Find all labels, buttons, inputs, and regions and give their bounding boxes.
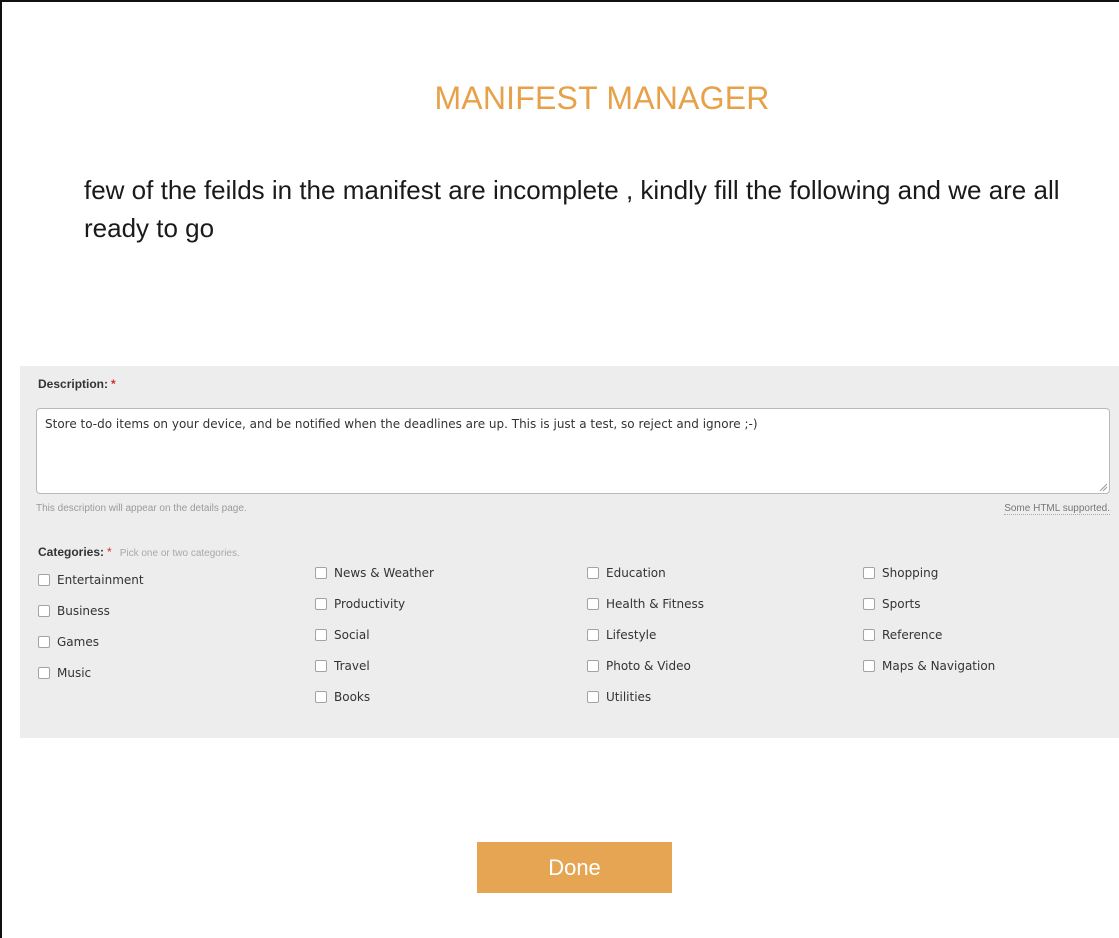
category-option[interactable]: Productivity <box>315 597 405 611</box>
category-checkbox[interactable] <box>863 629 875 641</box>
category-checkbox[interactable] <box>38 605 50 617</box>
category-option[interactable]: Music <box>38 666 91 680</box>
category-label: Business <box>57 604 110 618</box>
category-checkbox[interactable] <box>863 660 875 672</box>
category-label: Music <box>57 666 92 680</box>
intro-text: few of the feilds in the manifest are in… <box>84 175 1060 243</box>
category-label: Lifestyle <box>606 628 657 642</box>
done-button[interactable]: Done <box>477 842 672 893</box>
required-mark: * <box>107 545 112 559</box>
category-label: Utilities <box>606 690 652 704</box>
resize-grip-icon[interactable] <box>1098 482 1108 492</box>
category-checkbox[interactable] <box>587 660 599 672</box>
category-checkbox[interactable] <box>587 598 599 610</box>
category-option[interactable]: Social <box>315 628 370 642</box>
category-label: Entertainment <box>57 573 144 587</box>
category-label: Education <box>606 566 666 580</box>
category-option[interactable]: Reference <box>863 628 942 642</box>
category-label: Books <box>334 690 371 704</box>
category-checkbox[interactable] <box>587 691 599 703</box>
category-checkbox[interactable] <box>38 574 50 586</box>
page-title: MANIFEST MANAGER <box>434 80 770 116</box>
category-checkbox[interactable] <box>315 691 327 703</box>
category-option[interactable]: Sports <box>863 597 920 611</box>
category-checkbox[interactable] <box>587 567 599 579</box>
category-option[interactable]: Books <box>315 690 370 704</box>
category-option[interactable]: Utilities <box>587 690 651 704</box>
category-checkbox[interactable] <box>863 598 875 610</box>
category-checkbox[interactable] <box>315 567 327 579</box>
description-textarea[interactable]: Store to-do items on your device, and be… <box>36 408 1110 494</box>
category-label: Sports <box>882 597 921 611</box>
category-label: News & Weather <box>334 566 434 580</box>
categories-hint: Pick one or two categories. <box>119 548 240 559</box>
category-checkbox[interactable] <box>315 629 327 641</box>
category-checkbox[interactable] <box>587 629 599 641</box>
category-option[interactable]: Travel <box>315 659 370 673</box>
category-option[interactable]: Education <box>587 566 666 580</box>
description-help-text: This description will appear on the deta… <box>36 503 247 514</box>
category-option[interactable]: Lifestyle <box>587 628 656 642</box>
category-option[interactable]: Health & Fitness <box>587 597 704 611</box>
required-mark: * <box>111 377 116 391</box>
category-checkbox[interactable] <box>38 667 50 679</box>
category-option[interactable]: Entertainment <box>38 573 144 587</box>
category-option[interactable]: Shopping <box>863 566 938 580</box>
category-option[interactable]: Photo & Video <box>587 659 691 673</box>
category-checkbox[interactable] <box>38 636 50 648</box>
description-label-text: Description: <box>38 377 109 391</box>
categories-header: Categories: * Pick one or two categories. <box>38 545 240 559</box>
category-option[interactable]: Maps & Navigation <box>863 659 995 673</box>
category-label: Reference <box>882 628 943 642</box>
category-label: Photo & Video <box>606 659 691 673</box>
category-option[interactable]: Business <box>38 604 110 618</box>
category-label: Travel <box>334 659 370 673</box>
category-label: Games <box>57 635 99 649</box>
category-checkbox[interactable] <box>315 598 327 610</box>
category-option[interactable]: Games <box>38 635 99 649</box>
category-label: Social <box>334 628 370 642</box>
manifest-manager-window: MANIFEST MANAGER few of the feilds in th… <box>0 0 1119 938</box>
category-option[interactable]: News & Weather <box>315 566 434 580</box>
categories-label: Categories: <box>38 545 105 559</box>
category-checkbox[interactable] <box>315 660 327 672</box>
category-label: Shopping <box>882 566 939 580</box>
description-label: Description: * <box>38 377 116 391</box>
category-label: Productivity <box>334 597 406 611</box>
manifest-form-panel: Description: * Store to-do items on your … <box>20 366 1119 738</box>
html-supported-link[interactable]: Some HTML supported. <box>1004 503 1110 515</box>
category-checkbox[interactable] <box>863 567 875 579</box>
category-label: Maps & Navigation <box>882 659 996 673</box>
category-label: Health & Fitness <box>606 597 704 611</box>
